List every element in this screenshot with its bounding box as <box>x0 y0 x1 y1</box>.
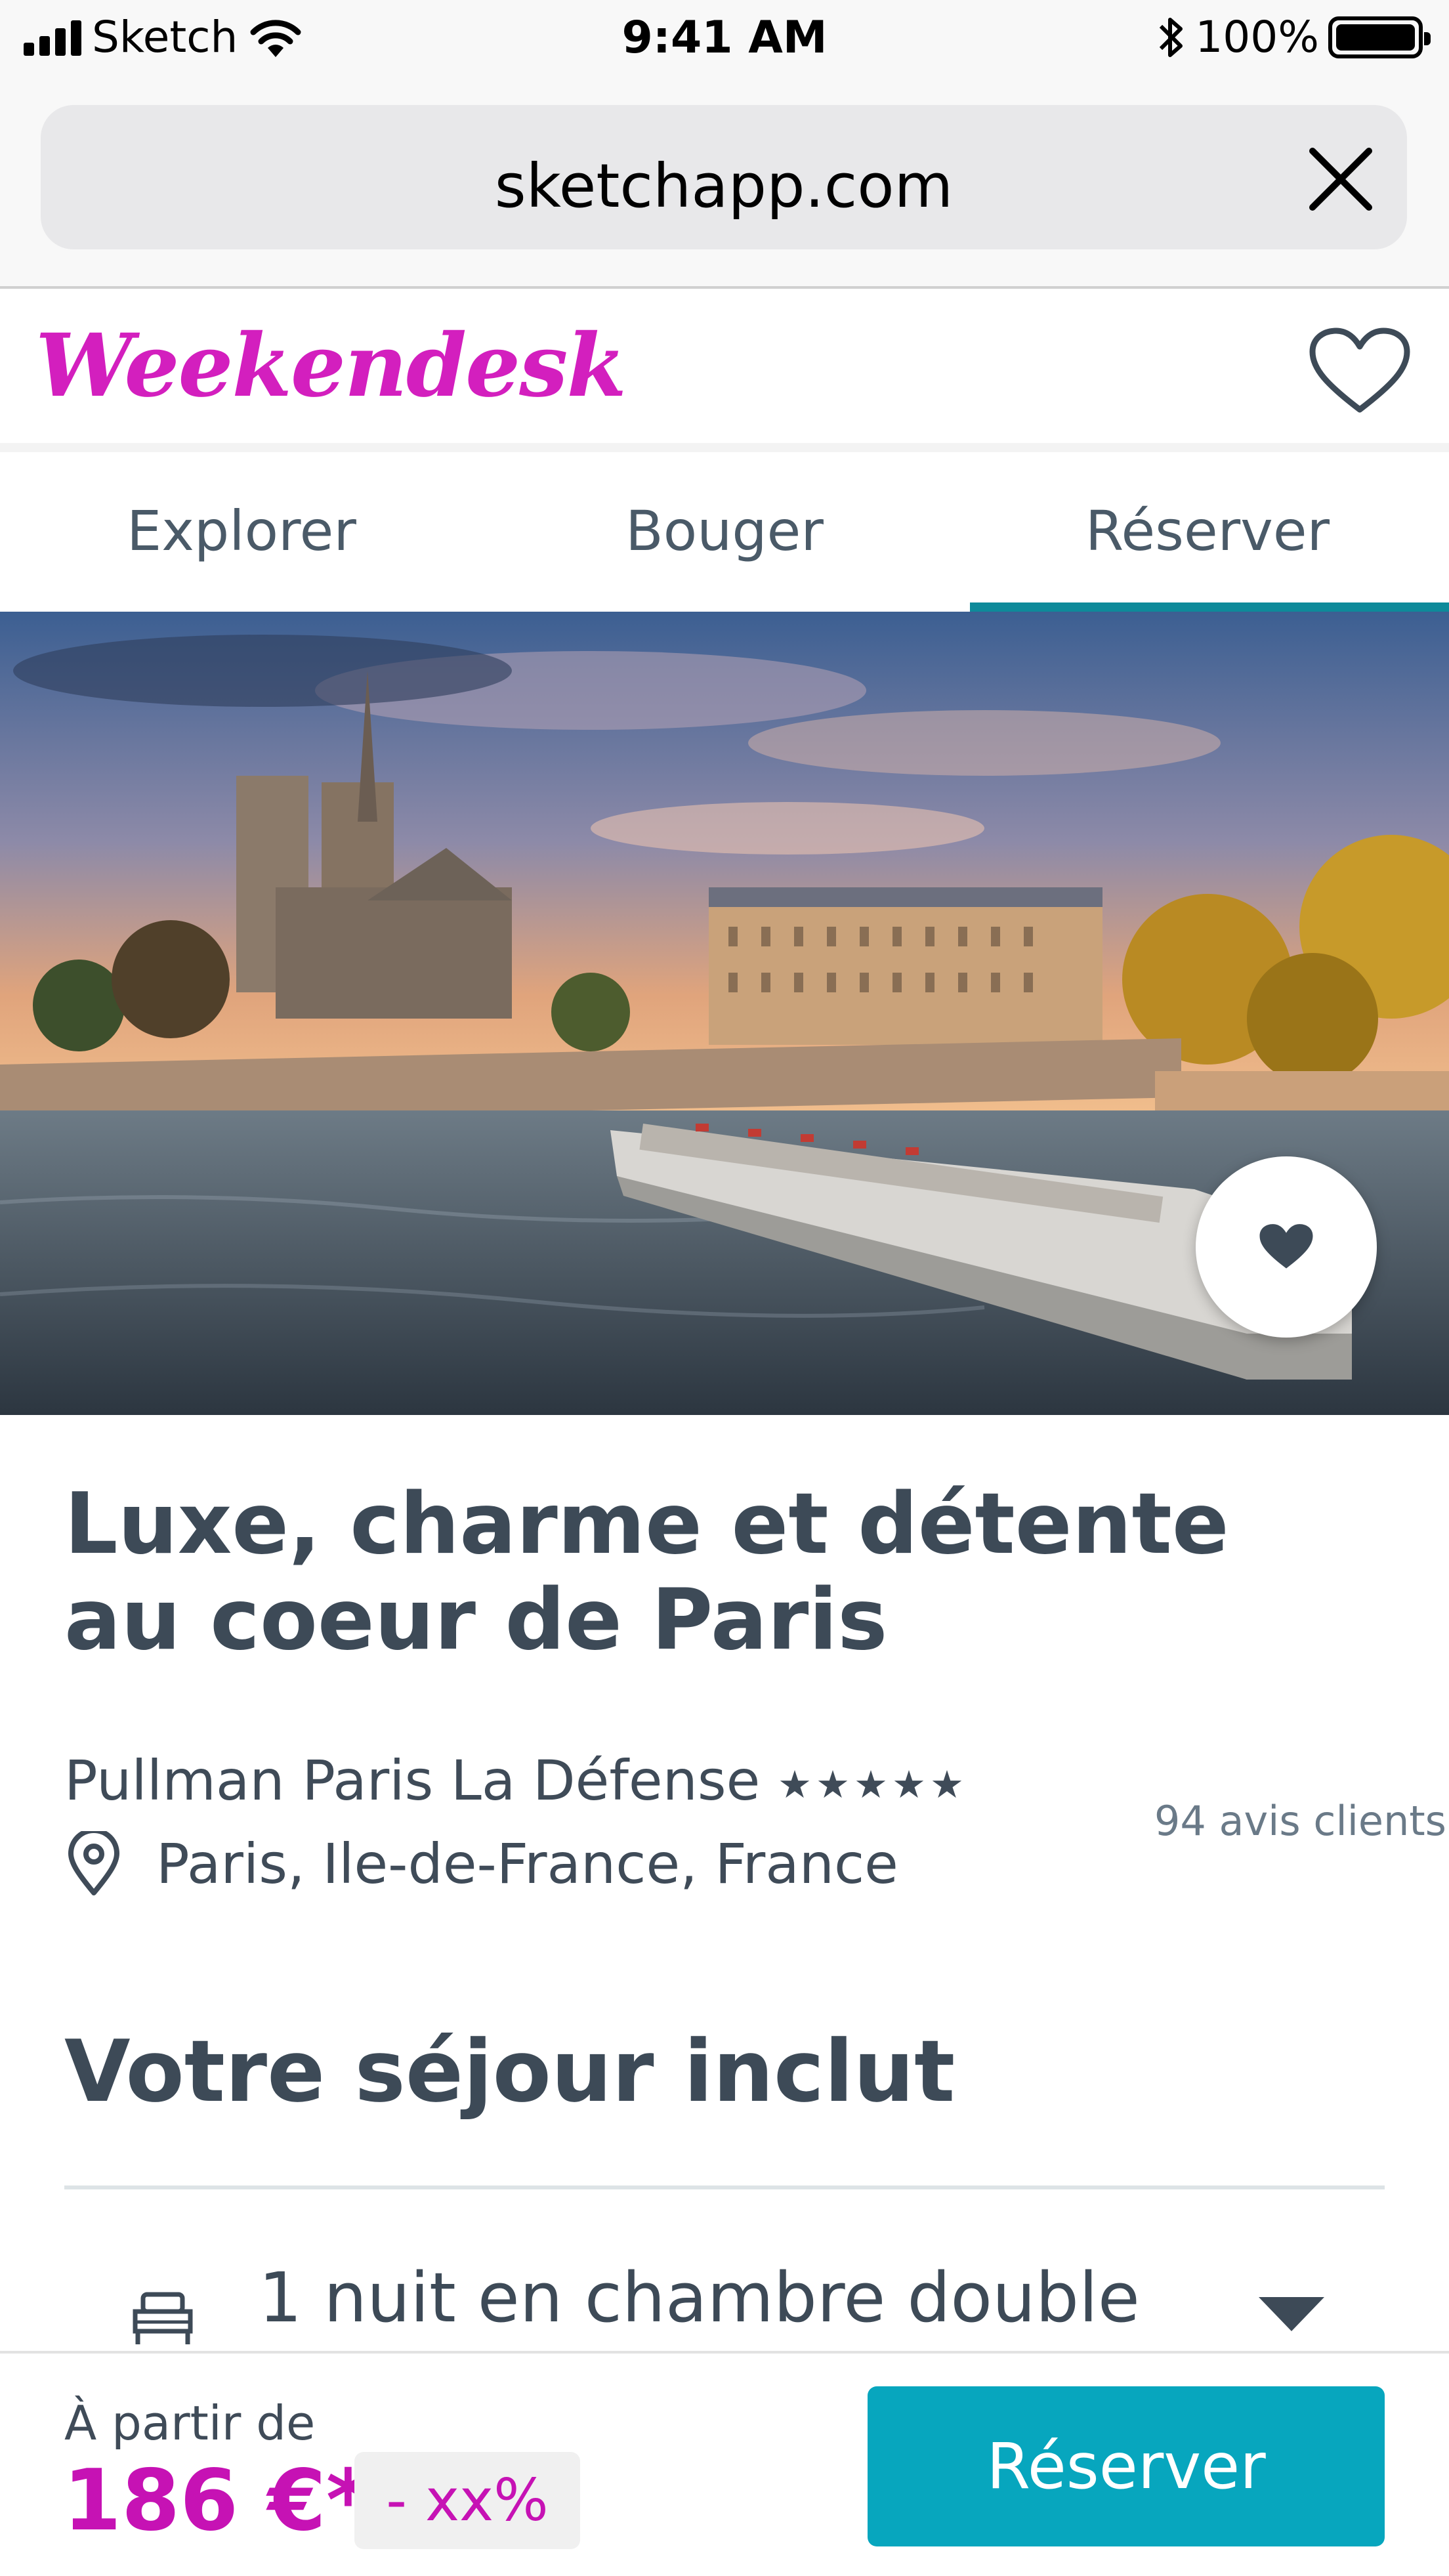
map-pin-icon <box>68 1831 119 1895</box>
tab-reserver[interactable]: Réserver <box>966 452 1449 612</box>
heart-filled-icon <box>1259 1224 1313 1269</box>
discount-badge: - xx% <box>354 2452 580 2549</box>
location-row: Paris, Ile-de-France, France <box>64 1831 898 1897</box>
tab-explorer[interactable]: Explorer <box>0 452 483 612</box>
heart-outline-icon[interactable] <box>1307 326 1412 417</box>
app-screen: Sketch 9:41 AM 100% sketchapp.com Weeken… <box>0 0 1449 2576</box>
booking-bar: À partir de 186 €* - xx% Réserver <box>0 2351 1449 2576</box>
weekendesk-logo[interactable]: Weekendesk <box>35 315 627 417</box>
from-label: À partir de <box>64 2396 316 2451</box>
star-rating: ★★★★★ <box>778 1762 968 1807</box>
browser-bar: sketchapp.com <box>0 85 1449 289</box>
tab-bouger[interactable]: Bouger <box>483 452 966 612</box>
hero-favorite-button[interactable] <box>1196 1156 1377 1338</box>
url-text: sketchapp.com <box>494 151 954 221</box>
status-bar: Sketch 9:41 AM 100% <box>0 0 1449 85</box>
header-separator <box>0 443 1449 452</box>
hotel-name: Pullman Paris La Défense <box>64 1748 761 1813</box>
include-item-label: 1 nuit en chambre double <box>259 2258 1140 2338</box>
section-divider <box>64 2185 1385 2189</box>
bed-icon <box>133 2292 193 2344</box>
reserve-button[interactable]: Réserver <box>868 2386 1385 2546</box>
site-header: Weekendesk <box>0 289 1449 443</box>
close-icon[interactable] <box>1305 143 1377 215</box>
battery-icon <box>1328 16 1431 58</box>
status-right: 100% <box>1157 12 1431 62</box>
active-tab-indicator <box>970 602 1449 612</box>
caret-down-icon[interactable] <box>1259 2297 1324 2331</box>
section-title: Votre séjour inclut <box>64 2021 956 2121</box>
nav-tabs: Explorer Bouger Réserver <box>0 452 1449 612</box>
battery-percent: 100% <box>1195 12 1319 62</box>
bluetooth-icon <box>1160 17 1183 57</box>
reviews-link[interactable]: 94 avis clients <box>1154 1797 1446 1845</box>
listing-title: Luxe, charme et détente au coeur de Pari… <box>64 1475 1229 1669</box>
price: 186 €* <box>63 2452 370 2550</box>
include-item[interactable]: 1 nuit en chambre double <box>130 2258 1377 2350</box>
location-text: Paris, Ile-de-France, France <box>156 1832 898 1896</box>
url-field[interactable]: sketchapp.com <box>41 105 1407 249</box>
hotel-line: Pullman Paris La Défense ★★★★★ <box>64 1748 968 1813</box>
